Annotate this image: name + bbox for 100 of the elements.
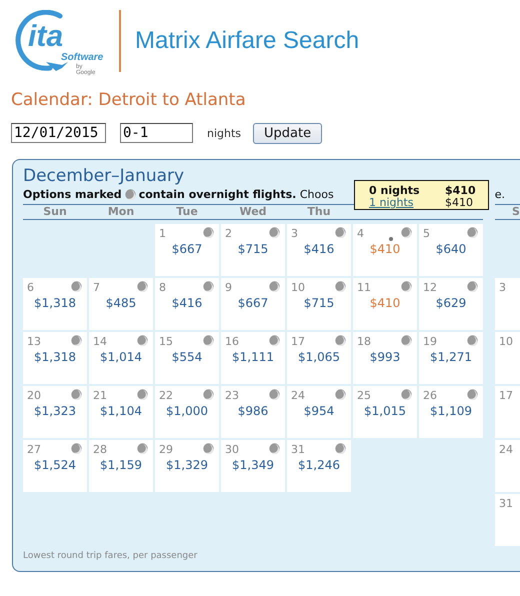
day-number: 15 [159, 335, 173, 348]
day-number: 6 [27, 281, 34, 294]
legend-text: Options marked [23, 188, 122, 200]
day-cell[interactable]: 30 $1,349 [221, 440, 285, 492]
day-cell[interactable]: 5 $640 [419, 224, 483, 276]
fare-price: $1,318 [33, 350, 77, 364]
tooltip-price: $410 [445, 197, 474, 209]
logo-text: ita [28, 20, 64, 53]
day-number: 17 [291, 335, 305, 348]
day-cell[interactable]: 15 $554 [155, 332, 219, 384]
day-cell[interactable]: 9 $667 [221, 278, 285, 330]
fare-price: $715 [236, 242, 270, 256]
fare-price: $1,111 [231, 350, 275, 364]
day-number: 24 [499, 443, 513, 456]
fare-price: $1,323 [33, 404, 77, 418]
day-number: 25 [357, 389, 371, 402]
day-cell[interactable]: 20 $1,323 [23, 386, 87, 438]
fare-price: $1,000 [165, 404, 209, 418]
weekday-label: Sun [42, 205, 68, 219]
day-number: 29 [159, 443, 173, 456]
day-cell[interactable]: 8 $416 [155, 278, 219, 330]
fare-price: $1,318 [33, 296, 77, 310]
tooltip-price: $410 [445, 185, 477, 197]
day-cell[interactable]: 14 $1,014 [89, 332, 153, 384]
fare-price: $954 [302, 404, 336, 418]
day-cell[interactable]: 24 [495, 440, 520, 492]
fare-price: $410 [368, 296, 402, 310]
day-cell[interactable]: 27 $1,524 [23, 440, 87, 492]
day-number: 31 [291, 443, 305, 456]
day-cell[interactable]: 18 $993 [353, 332, 417, 384]
day-cell[interactable]: 19 $1,271 [419, 332, 483, 384]
day-cell[interactable]: 2 $715 [221, 224, 285, 276]
weekday-label: Thu [306, 205, 332, 219]
day-cell[interactable]: 13 $1,318 [23, 332, 87, 384]
day-cell[interactable]: 4 $410 [353, 224, 417, 276]
day-cell[interactable]: 21 $1,104 [89, 386, 153, 438]
day-cell[interactable]: 25 $1,015 [353, 386, 417, 438]
day-number: 21 [93, 389, 107, 402]
day-number: 4 [357, 227, 364, 240]
day-number: 10 [291, 281, 305, 294]
day-number: 31 [499, 497, 513, 510]
day-number: 10 [499, 335, 513, 348]
day-cell[interactable]: 29 $1,329 [155, 440, 219, 492]
day-number: 11 [357, 281, 371, 294]
fare-price: $416 [302, 242, 336, 256]
day-number: 26 [423, 389, 437, 402]
day-cell[interactable]: 24 $954 [287, 386, 351, 438]
fare-price: $1,065 [297, 350, 341, 364]
fare-price: $554 [170, 350, 204, 364]
weekday-label: S [511, 205, 520, 219]
day-cell[interactable]: 3 [495, 278, 520, 330]
day-cell[interactable]: 3 $416 [287, 224, 351, 276]
fare-price: $1,159 [99, 458, 143, 472]
nights-field[interactable]: 0-1 [120, 123, 193, 143]
day-number: 30 [225, 443, 239, 456]
update-button[interactable]: Update [253, 122, 322, 144]
legend-text: e. [494, 188, 506, 200]
fare-price: $640 [434, 242, 468, 256]
weekday-label: Tue [175, 205, 199, 219]
fare-price: $1,524 [33, 458, 77, 472]
day-cell[interactable]: 16 $1,111 [221, 332, 285, 384]
fare-price: $1,329 [165, 458, 209, 472]
day-cell[interactable]: 11 $410 [353, 278, 417, 330]
fare-price: $986 [236, 404, 270, 418]
day-cell[interactable]: 10 $715 [287, 278, 351, 330]
day-cell[interactable]: 31 [495, 494, 520, 546]
day-cell[interactable]: 10 [495, 332, 520, 384]
day-number: 16 [225, 335, 239, 348]
day-number: 19 [423, 335, 437, 348]
day-number: 1 [159, 227, 166, 240]
date-field[interactable]: 12/01/2015 [11, 123, 106, 143]
fare-price: $1,349 [231, 458, 275, 472]
app-title: Matrix Airfare Search [135, 27, 360, 55]
fare-price: $1,109 [429, 404, 473, 418]
fare-price: $715 [302, 296, 336, 310]
day-cell[interactable]: 12 $629 [419, 278, 483, 330]
day-cell[interactable]: 17 $1,065 [287, 332, 351, 384]
fare-price: $667 [170, 242, 204, 256]
day-cell[interactable]: 23 $986 [221, 386, 285, 438]
day-cell[interactable]: 17 [495, 386, 520, 438]
fare-price: $1,246 [297, 458, 341, 472]
day-cell[interactable]: 7 $485 [89, 278, 153, 330]
calendar-title: December–January [23, 166, 186, 186]
nights-option: 0 nights [369, 185, 445, 197]
fare-price: $1,104 [99, 404, 143, 418]
fare-price: $1,015 [363, 404, 407, 418]
day-cell[interactable]: 28 $1,159 [89, 440, 153, 492]
nights-link[interactable]: 1 nights [369, 197, 445, 209]
day-number: 27 [27, 443, 41, 456]
day-number: 20 [27, 389, 41, 402]
fare-price: $629 [434, 296, 468, 310]
day-cell[interactable]: 22 $1,000 [155, 386, 219, 438]
day-cell[interactable]: 26 $1,109 [419, 386, 483, 438]
logo-text: Software [61, 52, 104, 63]
fare-price: $667 [236, 296, 270, 310]
day-number: 5 [423, 227, 430, 240]
day-cell[interactable]: 31 $1,246 [287, 440, 351, 492]
day-number: 2 [225, 227, 232, 240]
day-cell[interactable]: 1 $667 [155, 224, 219, 276]
day-cell[interactable]: 6 $1,318 [23, 278, 87, 330]
